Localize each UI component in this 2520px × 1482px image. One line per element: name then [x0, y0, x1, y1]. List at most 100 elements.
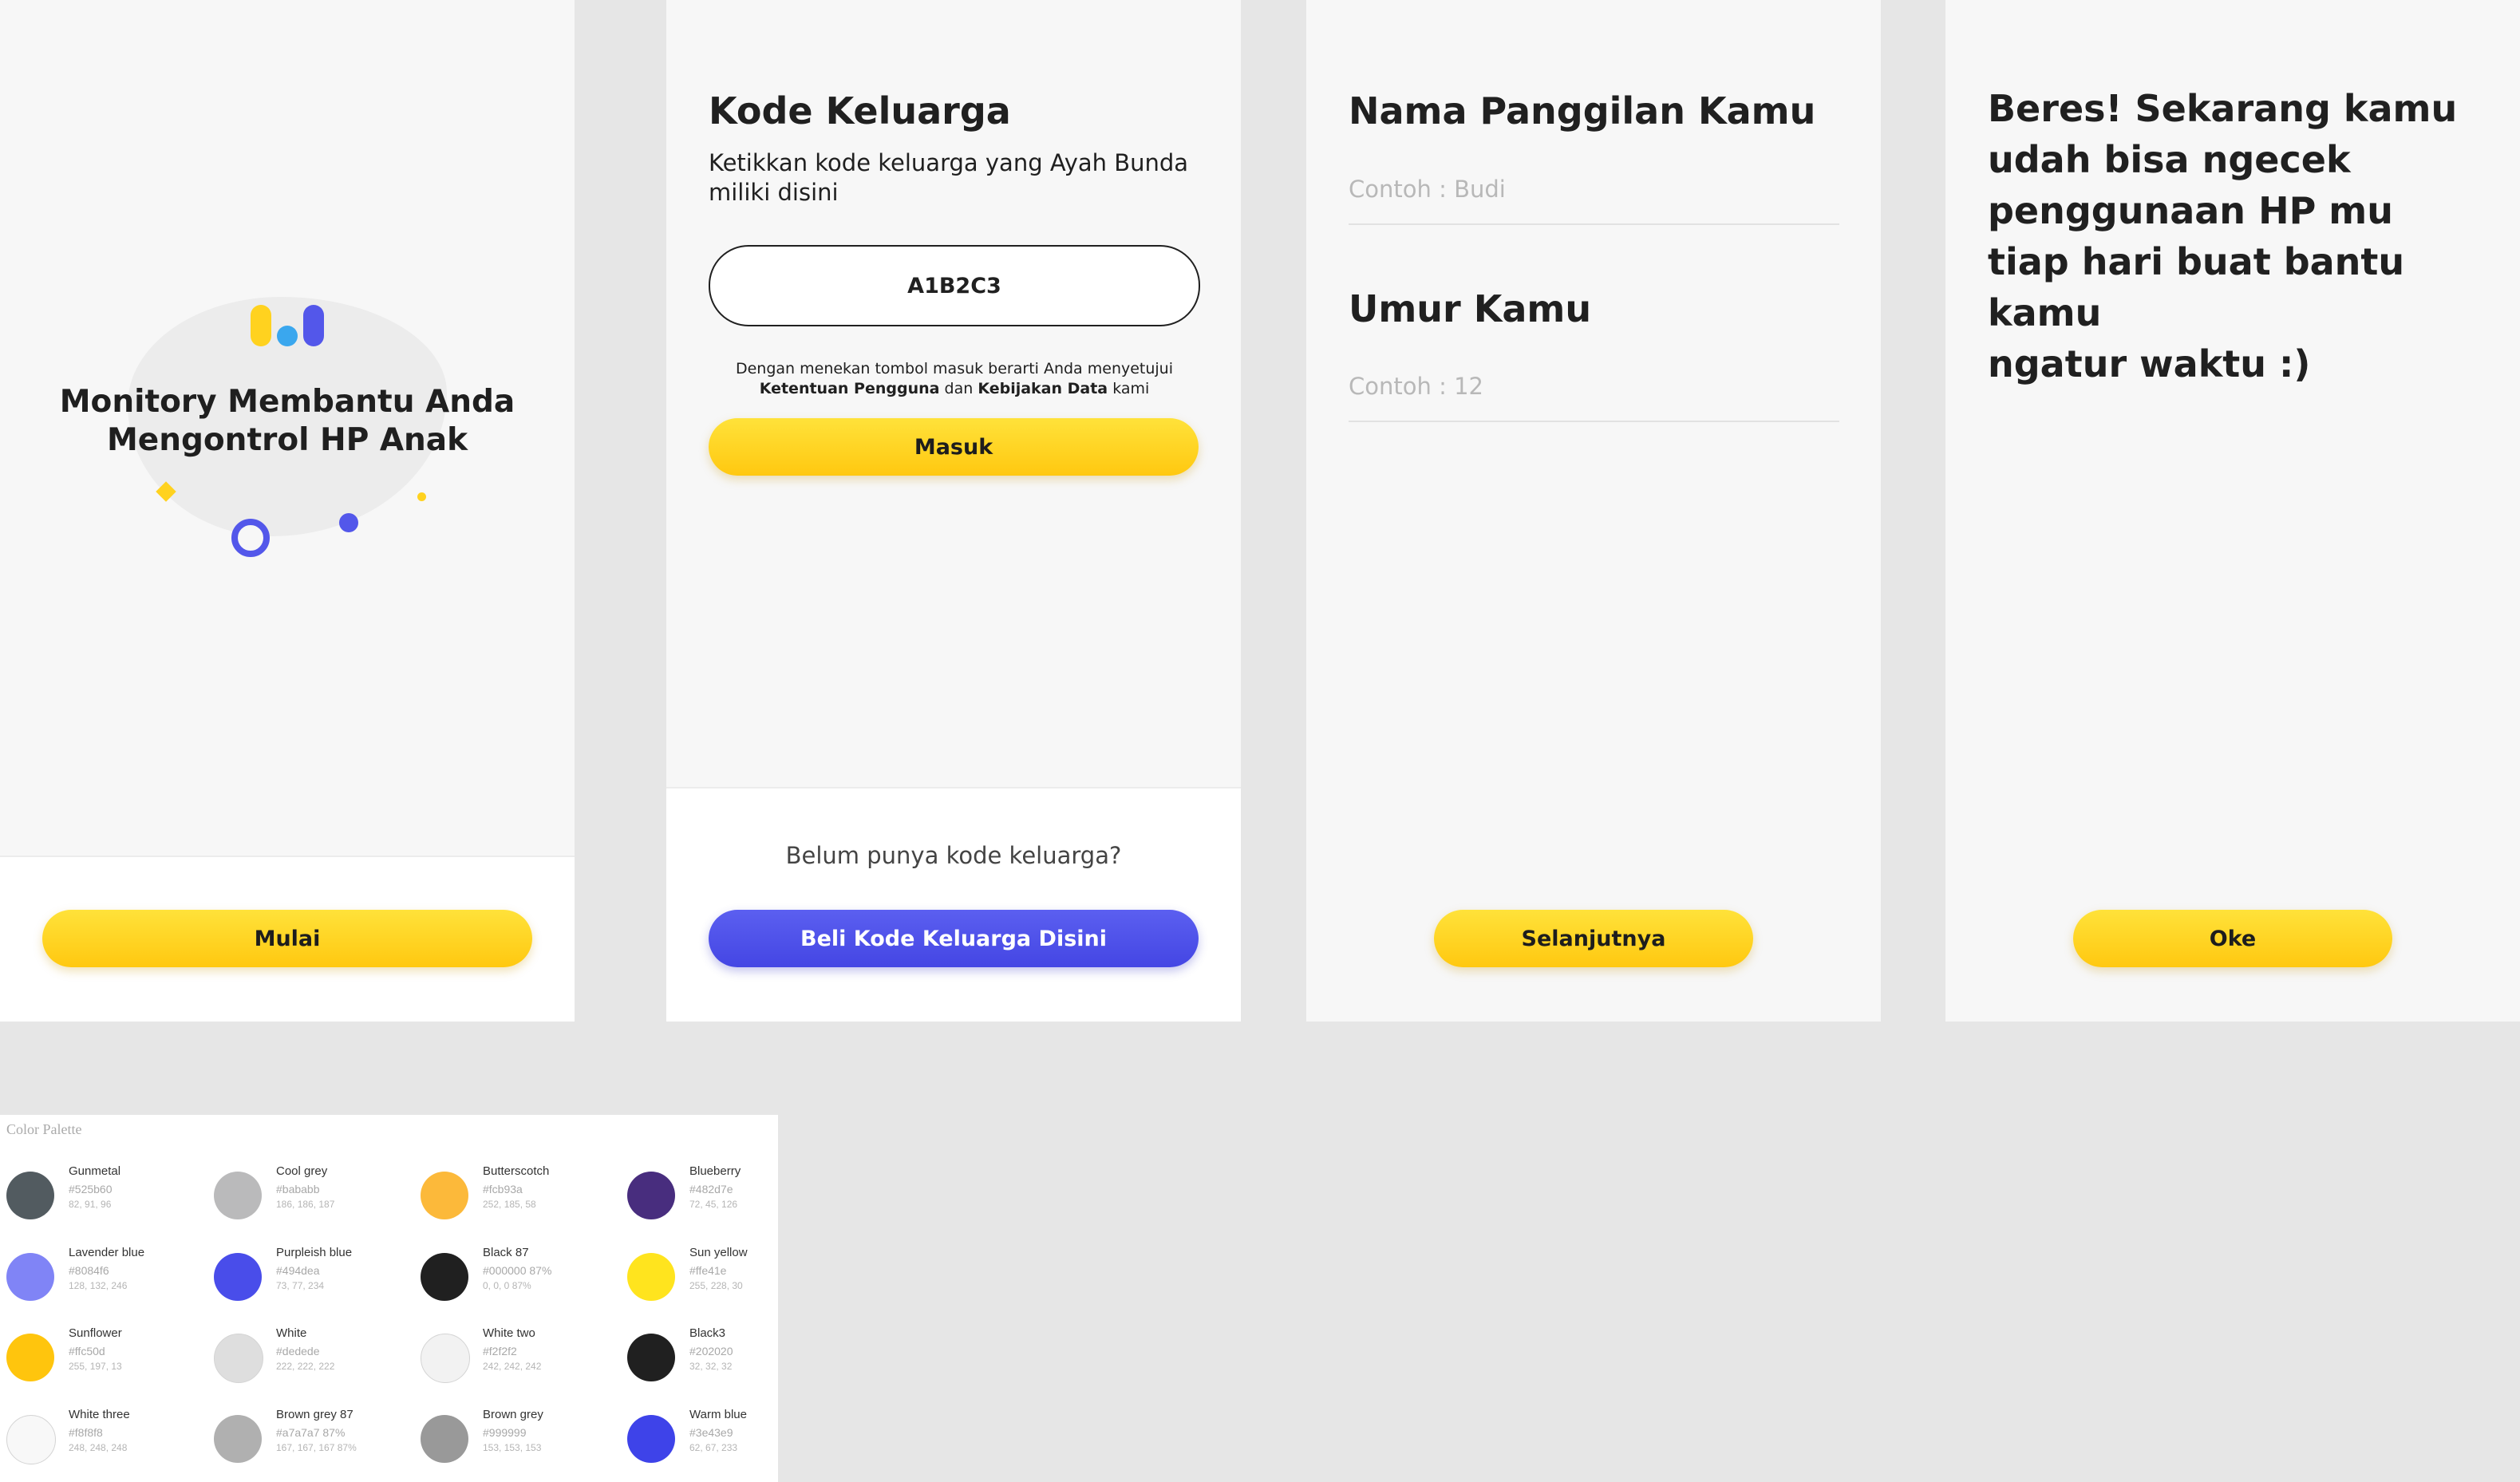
done-screen: Beres! Sekarang kamu udah bisa ngecek pe… [1945, 0, 2520, 1022]
swatch-circle [421, 1415, 468, 1463]
swatch-rgb: 82, 91, 96 [69, 1199, 112, 1210]
swatch-name: Brown grey 87 [276, 1408, 354, 1421]
splash-title-line1: Monitory Membantu Anda [59, 384, 515, 420]
nickname-title: Nama Panggilan Kamu [1349, 89, 1816, 132]
terms-prefix: Dengan menekan tombol masuk berarti Anda… [735, 360, 1174, 377]
swatch-rgb: 167, 167, 167 87% [276, 1442, 357, 1453]
swatch-rgb: 128, 132, 246 [69, 1280, 128, 1291]
swatch-name: Butterscotch [483, 1164, 550, 1178]
swatch-name: Gunmetal [69, 1164, 121, 1178]
swatch-circle [421, 1253, 468, 1301]
done-message-line: Beres! Sekarang kamu [1988, 87, 2458, 130]
swatch-hex: #f2f2f2 [483, 1345, 517, 1358]
swatch-rgb: 0, 0, 0 87% [483, 1280, 531, 1291]
decor-dot-purple [339, 513, 358, 532]
swatch-rgb: 248, 248, 248 [69, 1442, 128, 1453]
swatch-hex: #494dea [276, 1264, 320, 1277]
color-swatch: Black3 #202020 32, 32, 32 [621, 1326, 778, 1390]
age-title: Umur Kamu [1349, 287, 1592, 330]
data-policy-link[interactable]: Kebijakan Data [978, 380, 1108, 397]
terms-of-use-link[interactable]: Ketentuan Pengguna [760, 380, 940, 397]
swatch-hex: #8084f6 [69, 1264, 109, 1277]
no-code-question: Belum punya kode keluarga? [785, 842, 1122, 869]
next-button[interactable]: Selanjutnya [1434, 910, 1753, 967]
swatch-circle [6, 1415, 56, 1464]
done-message-line: udah bisa ngecek [1988, 138, 2351, 181]
done-message-line: penggunaan HP mu [1988, 189, 2393, 232]
bottom-panel [666, 787, 1241, 1022]
swatch-circle [627, 1334, 675, 1381]
terms-suffix: kami [1112, 380, 1150, 397]
color-swatch: Cool grey #bababb 186, 186, 187 [207, 1164, 407, 1228]
swatch-hex: #bababb [276, 1183, 320, 1195]
buy-code-button[interactable]: Beli Kode Keluarga Disini [709, 910, 1199, 967]
swatch-circle [627, 1253, 675, 1301]
ok-button[interactable]: Oke [2073, 910, 2392, 967]
age-input[interactable]: Contoh : 12 [1349, 373, 1839, 422]
swatch-rgb: 222, 222, 222 [276, 1361, 335, 1372]
decor-ring [231, 519, 270, 557]
splash-title: Monitory Membantu Anda Mengontrol HP Ana… [0, 383, 575, 460]
color-swatch: White #dedede 222, 222, 222 [207, 1326, 407, 1390]
swatch-circle [627, 1415, 675, 1463]
swatch-rgb: 32, 32, 32 [689, 1361, 733, 1372]
swatch-hex: #f8f8f8 [69, 1426, 103, 1439]
splash-title-line2: Mengontrol HP Anak [106, 422, 468, 458]
color-swatch: Lavender blue #8084f6 128, 132, 246 [0, 1246, 199, 1310]
swatch-rgb: 242, 242, 242 [483, 1361, 542, 1372]
swatch-rgb: 252, 185, 58 [483, 1199, 536, 1210]
swatch-rgb: 73, 77, 234 [276, 1280, 325, 1291]
swatch-hex: #dedede [276, 1345, 320, 1358]
color-swatch: Black 87 #000000 87% 0, 0, 0 87% [414, 1246, 614, 1310]
color-swatch: Blueberry #482d7e 72, 45, 126 [621, 1164, 778, 1228]
nickname-input[interactable]: Contoh : Budi [1349, 176, 1839, 225]
color-swatch: Gunmetal #525b60 82, 91, 96 [0, 1164, 199, 1228]
splash-screen: Monitory Membantu Anda Mengontrol HP Ana… [0, 0, 575, 1022]
logo-bar-yellow [251, 305, 271, 346]
color-swatch: Purpleish blue #494dea 73, 77, 234 [207, 1246, 407, 1310]
swatch-circle [6, 1253, 54, 1301]
terms-and: dan [944, 380, 974, 397]
logo-bar-purple [303, 305, 324, 346]
color-swatch: White three #f8f8f8 248, 248, 248 [0, 1408, 199, 1472]
start-button[interactable]: Mulai [42, 910, 532, 967]
swatch-hex: #525b60 [69, 1183, 113, 1195]
swatch-circle [214, 1415, 262, 1463]
swatch-name: White two [483, 1326, 535, 1340]
swatch-circle [214, 1253, 262, 1301]
decor-dot-yellow [417, 492, 426, 501]
swatch-name: Black 87 [483, 1246, 529, 1259]
swatch-name: Sun yellow [689, 1246, 748, 1259]
swatch-rgb: 255, 197, 13 [69, 1361, 122, 1372]
terms-line2: Ketentuan Pengguna dan Kebijakan Data ka… [709, 379, 1200, 399]
swatch-circle [6, 1334, 54, 1381]
color-swatch: Butterscotch #fcb93a 252, 185, 58 [414, 1164, 614, 1228]
done-message: Beres! Sekarang kamu udah bisa ngecek pe… [1988, 83, 2490, 389]
profile-screen: Nama Panggilan Kamu Contoh : Budi Umur K… [1306, 0, 1881, 1022]
swatch-hex: #ffc50d [69, 1345, 105, 1358]
swatch-hex: #a7a7a7 87% [276, 1426, 346, 1439]
swatch-hex: #fcb93a [483, 1183, 523, 1195]
done-message-line: ngatur waktu :) [1988, 342, 2311, 385]
swatch-circle [421, 1172, 468, 1219]
family-code-input[interactable]: A1B2C3 [709, 245, 1200, 326]
login-button[interactable]: Masuk [709, 418, 1199, 476]
swatch-name: Black3 [689, 1326, 726, 1340]
swatch-circle [627, 1172, 675, 1219]
done-message-line: tiap hari buat bantu kamu [1988, 240, 2405, 334]
terms-text: Dengan menekan tombol masuk berarti Anda… [709, 359, 1200, 399]
swatch-circle [214, 1172, 262, 1219]
page-title: Kode Keluarga [709, 89, 1011, 132]
color-swatch: Brown grey #999999 153, 153, 153 [414, 1408, 614, 1472]
swatch-name: Cool grey [276, 1164, 328, 1178]
swatch-name: Sunflower [69, 1326, 122, 1340]
logo-dot-blue [277, 326, 298, 346]
swatch-circle [421, 1334, 470, 1383]
swatch-rgb: 62, 67, 233 [689, 1442, 738, 1453]
color-swatch: White two #f2f2f2 242, 242, 242 [414, 1326, 614, 1390]
swatch-circle [6, 1172, 54, 1219]
swatch-hex: #482d7e [689, 1183, 733, 1195]
family-code-screen: Kode Keluarga Ketikkan kode keluarga yan… [666, 0, 1241, 1022]
swatch-hex: #ffe41e [689, 1264, 727, 1277]
swatch-name: White three [69, 1408, 130, 1421]
